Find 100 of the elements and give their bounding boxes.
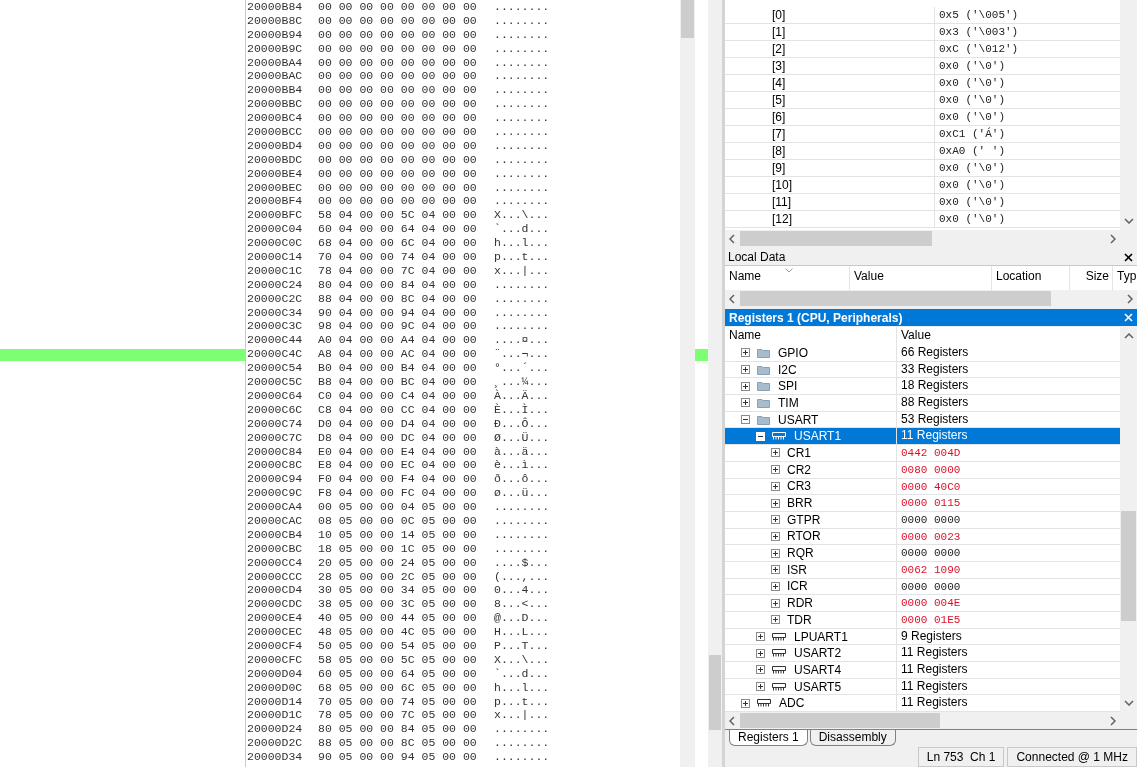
expand-icon[interactable] (741, 698, 750, 708)
scrollbar-thumb[interactable] (681, 0, 694, 38)
tree-row[interactable]: USART1 11 Registers (725, 428, 1120, 446)
tree-row[interactable]: ISR 0062 1090 (725, 561, 1120, 579)
expand-icon[interactable] (771, 531, 780, 541)
panel-title: Local Data (728, 250, 786, 264)
memory-bytes: D8 04 00 00 DC 04 00 00 (318, 430, 478, 445)
register-name: GTPR (787, 512, 821, 527)
expand-icon[interactable] (756, 632, 765, 642)
scroll-right-icon[interactable] (1110, 233, 1116, 244)
tab[interactable]: Registers 1 (729, 730, 808, 746)
tree-row[interactable]: TDR 0000 01E5 (725, 612, 1120, 629)
expand-icon[interactable] (771, 498, 780, 508)
memory-bytes: 68 05 00 00 6C 05 00 00 (318, 680, 478, 695)
scrollbar-thumb[interactable] (740, 713, 940, 728)
scroll-down-icon[interactable] (1123, 700, 1134, 706)
scroll-left-icon[interactable] (729, 293, 735, 304)
watch-value: 0xC1 ('Á') (939, 128, 1005, 140)
memory-ascii: Ø...Ü... (494, 430, 550, 445)
memory-ascii: ........ (494, 152, 550, 167)
scroll-left-icon[interactable] (729, 715, 735, 726)
expand-icon[interactable] (756, 665, 765, 675)
memory-address: 20000D2C (247, 736, 304, 751)
register-name: RTOR (787, 529, 821, 544)
expand-icon[interactable] (771, 548, 780, 558)
expand-icon[interactable] (771, 515, 780, 525)
scroll-right-icon[interactable] (1110, 715, 1116, 726)
tree-row[interactable]: CR3 0000 40C0 (725, 478, 1120, 496)
memory-address: 20000CE4 (247, 611, 304, 626)
scrollbar-thumb[interactable] (740, 231, 932, 246)
folder-icon (757, 347, 770, 358)
register-value: 0080 0000 (901, 463, 961, 476)
memory-ascii: ........ (494, 319, 550, 334)
tree-row[interactable]: GPIO 66 Registers (725, 345, 1120, 362)
expand-icon[interactable] (741, 365, 750, 375)
tree-row[interactable]: RTOR 0000 0023 (725, 528, 1120, 546)
expand-icon[interactable] (771, 581, 780, 591)
memory-address: 20000C94 (247, 472, 304, 487)
memory-ascii: °...´... (494, 361, 550, 376)
expand-icon[interactable] (741, 398, 750, 408)
scrollbar-thumb[interactable] (709, 655, 721, 730)
expand-icon[interactable] (771, 448, 780, 458)
memory-bytes: C0 04 00 00 C4 04 00 00 (318, 388, 478, 403)
folder-icon (757, 364, 770, 375)
memory-ascii: ........ (494, 277, 550, 292)
expand-icon[interactable] (741, 381, 750, 391)
tree-row[interactable]: RQR 0000 0000 (725, 545, 1120, 562)
memory-bytes: 00 00 00 00 00 00 00 00 (318, 166, 478, 181)
scroll-up-icon[interactable] (1123, 333, 1134, 339)
memory-bytes: D0 04 00 00 D4 04 00 00 (318, 416, 478, 431)
scrollbar-thumb[interactable] (1121, 511, 1136, 621)
expand-icon[interactable] (756, 682, 765, 692)
column-header[interactable]: Name (725, 327, 897, 345)
memory-ascii: p...t... (494, 694, 550, 709)
memory-ascii: ð...ô... (494, 472, 550, 487)
tab[interactable]: Disassembly (809, 730, 896, 746)
watch-name: [12] (772, 212, 792, 226)
watch-name: [8] (772, 144, 786, 158)
tree-row[interactable]: CR2 0080 0000 (725, 461, 1120, 479)
memory-ascii: ........ (494, 83, 550, 98)
tree-row[interactable]: BRR 0000 0115 (725, 495, 1120, 512)
scroll-right-icon[interactable] (1127, 293, 1133, 304)
expand-icon[interactable] (771, 465, 780, 475)
scroll-down-icon[interactable] (1123, 218, 1134, 224)
watch-value: 0x3 ('\003') (939, 26, 1019, 38)
tree-row[interactable]: LPUART1 9 Registers (725, 628, 1120, 646)
tree-row[interactable]: ICR 0000 0000 (725, 578, 1120, 596)
tree-row[interactable]: USART4 11 Registers (725, 662, 1120, 679)
memory-bytes: F0 04 00 00 F4 04 00 00 (318, 472, 478, 487)
expand-icon[interactable] (771, 598, 780, 608)
expand-icon[interactable] (771, 615, 780, 625)
memory-ascii: à...ä... (494, 444, 550, 459)
column-header[interactable]: Value (897, 327, 931, 345)
memory-ascii: ........ (494, 750, 550, 764)
tree-row[interactable]: USART2 11 Registers (725, 645, 1120, 663)
register-value: 0062 1090 (901, 563, 961, 576)
column-header[interactable]: Typ (1113, 266, 1137, 290)
memory-bytes: 80 05 00 00 84 05 00 00 (318, 722, 478, 737)
expand-icon[interactable] (741, 348, 750, 358)
memory-address: 20000D0C (247, 680, 304, 695)
memory-ascii: ....$... (494, 555, 550, 570)
tree-row[interactable]: USART5 11 Registers (725, 678, 1120, 696)
tree-row[interactable]: I2C 33 Registers (725, 361, 1120, 379)
tree-row[interactable]: RDR 0000 004E (725, 595, 1120, 612)
scrollbar-thumb[interactable] (740, 291, 1051, 306)
expand-icon[interactable] (771, 565, 780, 575)
tree-row[interactable]: TIM 88 Registers (725, 395, 1120, 412)
tree-row[interactable]: SPI 18 Registers (725, 378, 1120, 396)
memory-bytes: 00 00 00 00 00 00 00 00 (318, 194, 478, 209)
tree-row[interactable]: CR1 0442 004D (725, 445, 1120, 462)
scroll-left-icon[interactable] (729, 233, 735, 244)
memory-bytes: 00 00 00 00 00 00 00 00 (318, 27, 478, 42)
expand-icon[interactable] (756, 648, 765, 658)
collapse-icon[interactable] (741, 415, 750, 425)
close-icon[interactable] (1124, 252, 1133, 262)
memory-address: 20000CCC (247, 569, 304, 584)
expand-icon[interactable] (771, 481, 780, 491)
register-value: 11 Registers (901, 678, 968, 693)
tree-row[interactable]: GTPR 0000 0000 (725, 511, 1120, 529)
watch-value: 0xA0 (' ') (939, 145, 1005, 157)
